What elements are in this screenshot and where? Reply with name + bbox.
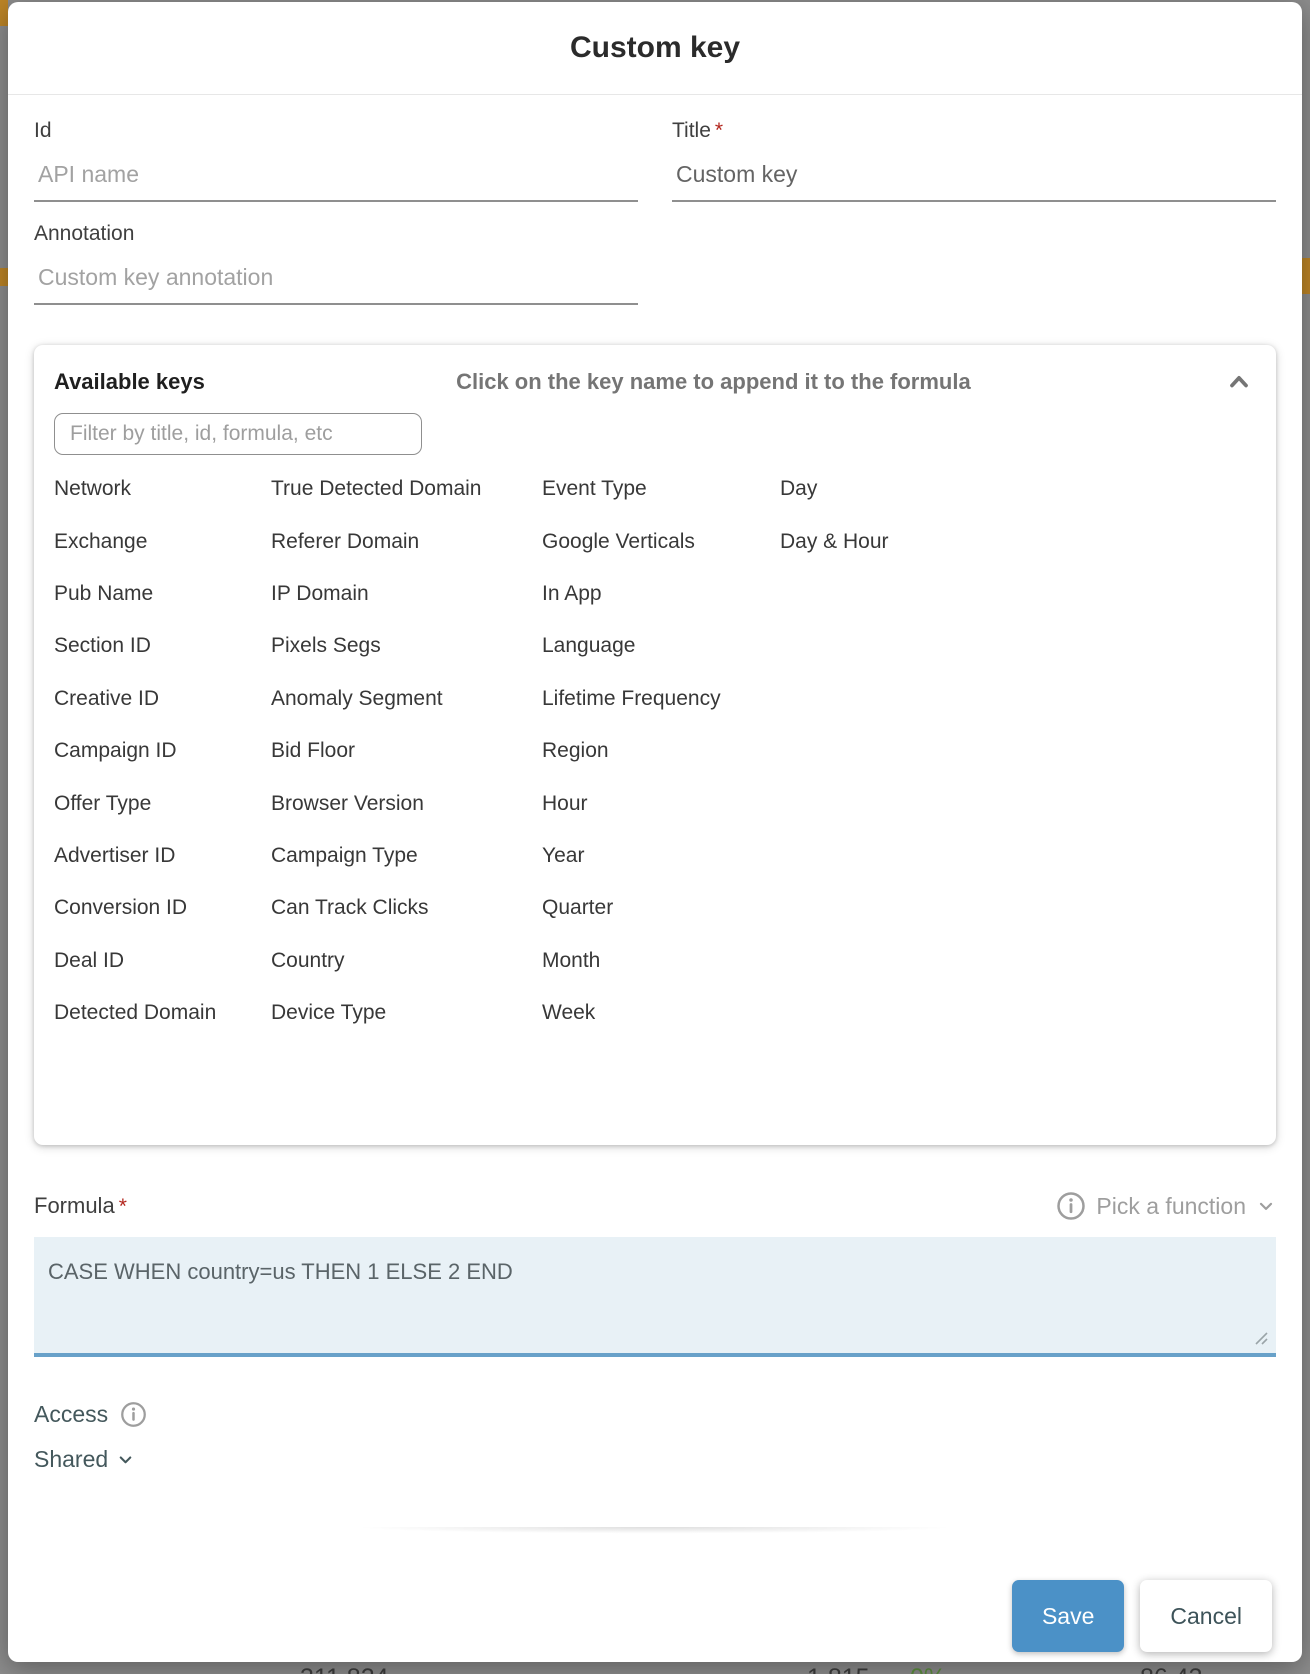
available-key[interactable]: Language: [542, 620, 780, 672]
collapse-panel-button[interactable]: [1222, 367, 1256, 397]
available-key[interactable]: Detected Domain: [54, 987, 271, 1039]
info-circle-icon[interactable]: [120, 1401, 147, 1428]
available-key[interactable]: IP Domain: [271, 568, 542, 620]
available-key[interactable]: Exchange: [54, 515, 271, 567]
formula-label-group: Formula*: [34, 1193, 127, 1219]
available-keys-hint: Click on the key name to append it to th…: [205, 369, 1222, 395]
available-key[interactable]: Pub Name: [54, 568, 271, 620]
available-key[interactable]: Country: [271, 935, 542, 987]
backdrop-metric: 1,815: [807, 1664, 870, 1674]
id-field-group: Id: [34, 119, 638, 202]
formula-label: Formula: [34, 1193, 115, 1219]
footer-scroll-shadow: [241, 1527, 1069, 1536]
available-key[interactable]: Browser Version: [271, 777, 542, 829]
available-key[interactable]: Offer Type: [54, 777, 271, 829]
available-keys-grid: NetworkExchangePub NameSection IDCreativ…: [54, 463, 1256, 1039]
available-key[interactable]: Can Track Clicks: [271, 882, 542, 934]
backdrop-metric: 311,824: [300, 1664, 389, 1674]
available-key[interactable]: Pixels Segs: [271, 620, 542, 672]
access-label: Access: [34, 1401, 108, 1428]
required-asterisk: *: [715, 119, 723, 142]
available-key[interactable]: Device Type: [271, 987, 542, 1039]
keys-filter-input[interactable]: [54, 413, 422, 455]
available-keys-title: Available keys: [54, 369, 205, 395]
dialog-title: Custom key: [570, 31, 740, 65]
available-key[interactable]: Google Verticals: [542, 515, 780, 567]
available-key[interactable]: In App: [542, 568, 780, 620]
chevron-up-icon: [1225, 368, 1253, 396]
id-input[interactable]: [34, 143, 638, 202]
annotation-label: Annotation: [34, 222, 638, 246]
available-key[interactable]: Campaign Type: [271, 830, 542, 882]
custom-key-dialog: Custom key Id Title* Annotation Availabl…: [8, 2, 1302, 1662]
available-key[interactable]: Bid Floor: [271, 725, 542, 777]
available-key[interactable]: Advertiser ID: [54, 830, 271, 882]
cancel-button[interactable]: Cancel: [1140, 1580, 1272, 1652]
available-key[interactable]: Quarter: [542, 882, 780, 934]
backdrop-orange-fragment: [1302, 258, 1310, 294]
access-selected-value: Shared: [34, 1446, 108, 1473]
save-button[interactable]: Save: [1012, 1580, 1124, 1652]
available-key[interactable]: Creative ID: [54, 673, 271, 725]
backdrop-metric: 0%: [910, 1664, 946, 1674]
keys-column: True Detected DomainReferer DomainIP Dom…: [271, 463, 542, 1039]
available-keys-panel: Available keys Click on the key name to …: [34, 345, 1276, 1145]
keys-column: DayDay & Hour: [780, 463, 1256, 1039]
title-input[interactable]: [672, 143, 1276, 202]
formula-textarea[interactable]: CASE WHEN country=us THEN 1 ELSE 2 END: [34, 1237, 1276, 1357]
pick-function-dropdown[interactable]: Pick a function: [1056, 1191, 1276, 1221]
dialog-footer: Save Cancel: [8, 1536, 1302, 1662]
dialog-body: Id Title* Annotation Available keys Clic…: [8, 95, 1302, 1473]
dialog-header: Custom key: [8, 2, 1302, 95]
formula-editor: CASE WHEN country=us THEN 1 ELSE 2 END: [34, 1237, 1276, 1357]
available-key[interactable]: Campaign ID: [54, 725, 271, 777]
keys-column: Event TypeGoogle VerticalsIn AppLanguage…: [542, 463, 780, 1039]
title-label: Title*: [672, 119, 1276, 143]
title-field-group: Title*: [672, 119, 1276, 202]
annotation-input[interactable]: [34, 246, 638, 305]
pick-function-label: Pick a function: [1096, 1193, 1246, 1220]
available-key[interactable]: Conversion ID: [54, 882, 271, 934]
required-asterisk: *: [119, 1195, 127, 1219]
chevron-down-icon: [116, 1450, 135, 1469]
backdrop-table-row: 311,824 1,815 0% 86.43: [0, 1662, 1310, 1674]
available-keys-header: Available keys Click on the key name to …: [54, 367, 1256, 397]
available-key[interactable]: Lifetime Frequency: [542, 673, 780, 725]
available-key[interactable]: True Detected Domain: [271, 463, 542, 515]
available-key[interactable]: Event Type: [542, 463, 780, 515]
available-key[interactable]: Day & Hour: [780, 515, 1256, 567]
available-key[interactable]: Section ID: [54, 620, 271, 672]
available-key[interactable]: Referer Domain: [271, 515, 542, 567]
id-label: Id: [34, 119, 638, 143]
backdrop-orange-fragment: [0, 268, 8, 286]
keys-column: NetworkExchangePub NameSection IDCreativ…: [54, 463, 271, 1039]
chevron-down-icon: [1256, 1196, 1276, 1216]
backdrop-metric: 86.43: [1140, 1664, 1203, 1674]
access-select[interactable]: Shared: [34, 1446, 1276, 1473]
info-circle-icon[interactable]: [1056, 1191, 1086, 1221]
title-label-text: Title: [672, 119, 711, 142]
available-key[interactable]: Day: [780, 463, 1256, 515]
available-key[interactable]: Year: [542, 830, 780, 882]
top-fields: Id Title* Annotation: [34, 119, 1276, 305]
available-key[interactable]: Region: [542, 725, 780, 777]
available-key[interactable]: Week: [542, 987, 780, 1039]
available-key[interactable]: Hour: [542, 777, 780, 829]
available-key[interactable]: Deal ID: [54, 935, 271, 987]
available-key[interactable]: Anomaly Segment: [271, 673, 542, 725]
available-key[interactable]: Month: [542, 935, 780, 987]
available-key[interactable]: Network: [54, 463, 271, 515]
access-row: Access: [34, 1401, 1276, 1428]
backdrop-orange-fragment: [0, 0, 8, 26]
annotation-field-group: Annotation: [34, 222, 638, 305]
formula-header-row: Formula* Pick a function: [34, 1191, 1276, 1221]
